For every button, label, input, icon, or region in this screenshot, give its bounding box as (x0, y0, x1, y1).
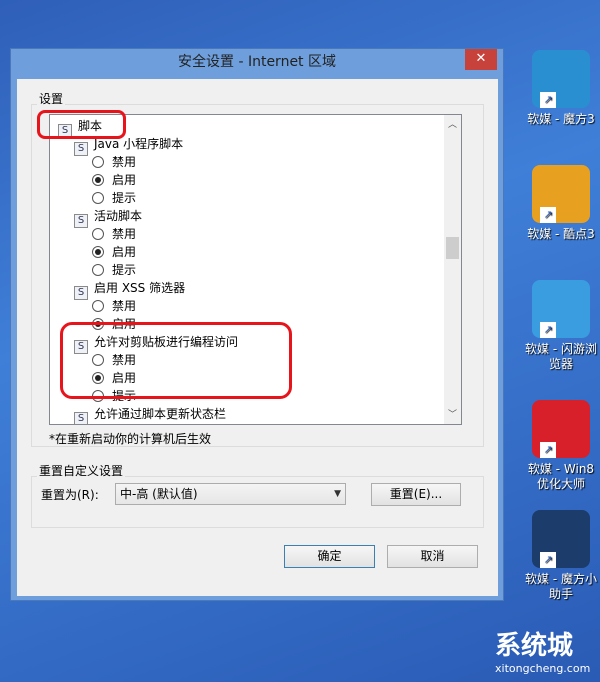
highlight-clipboard (60, 322, 292, 399)
reset-level-select[interactable]: 中-高 (默认值) ▼ (115, 483, 346, 505)
desktop-shortcut[interactable]: ↗ 软媒 - 闪游浏览器 (522, 280, 600, 372)
row-label: 允许通过脚本更新状态栏 (94, 407, 227, 421)
shortcut-arrow-icon: ↗ (540, 552, 556, 568)
row-label: 禁用 (112, 155, 137, 169)
script-icon: S (74, 412, 88, 424)
radio-icon (92, 228, 104, 240)
radio-icon (92, 192, 104, 204)
setting-item: S 启用 XSS 筛选器 (74, 279, 186, 300)
shortcut-arrow-icon: ↗ (540, 442, 556, 458)
chevron-down-icon: ▼ (334, 489, 341, 499)
row-label: Java 小程序脚本 (94, 137, 184, 151)
watermark: 系统城 xitongcheng.com (445, 625, 590, 675)
radio-icon (92, 246, 104, 258)
row-label: 提示 (112, 191, 137, 205)
shortcut-label: 软媒 - 闪游浏览器 (525, 342, 597, 371)
row-label: 启用 (112, 245, 137, 259)
reset-group-label: 重置自定义设置 (37, 462, 126, 479)
cancel-button[interactable]: 取消 (387, 545, 478, 568)
radio-option[interactable]: 启用 (92, 171, 136, 189)
watermark-url: xitongcheng.com (495, 662, 591, 675)
app-icon: ↗ (532, 510, 590, 568)
shortcut-label: 软媒 - 魔方3 (527, 112, 595, 126)
shortcut-label: 软媒 - Win8优化大师 (527, 462, 595, 491)
script-icon: S (74, 214, 88, 228)
radio-option[interactable]: 禁用 (92, 225, 136, 243)
settings-label: 设置 (37, 90, 66, 107)
radio-icon (92, 156, 104, 168)
setting-item: S 允许通过脚本更新状态栏 (74, 405, 227, 424)
app-icon: ↗ (532, 280, 590, 338)
row-label: 禁用 (112, 299, 137, 313)
radio-option[interactable]: 禁用 (92, 153, 136, 171)
row-label: 禁用 (112, 227, 137, 241)
radio-icon (92, 264, 104, 276)
shortcut-label: 软媒 - 魔方小助手 (525, 572, 597, 601)
row-label: 提示 (112, 263, 137, 277)
shortcut-arrow-icon: ↗ (540, 322, 556, 338)
watermark-name: 系统城 (495, 631, 574, 661)
ok-button[interactable]: 确定 (284, 545, 375, 568)
row-label: 启用 (112, 173, 137, 187)
scroll-up-icon[interactable]: ︿ (444, 117, 461, 134)
radio-icon (92, 174, 104, 186)
setting-item: S 活动脚本 (74, 207, 143, 228)
app-icon: ↗ (532, 400, 590, 458)
shortcut-label: 软媒 - 酷点3 (527, 227, 595, 241)
script-icon: S (74, 286, 88, 300)
close-button[interactable]: ✕ (465, 49, 497, 70)
radio-option[interactable]: 禁用 (92, 297, 136, 315)
dialog-title: 安全设置 - Internet 区域 (178, 54, 336, 70)
reset-to-label: 重置为(R): (41, 488, 99, 502)
scrollbar[interactable]: ︿ ﹀ (444, 115, 461, 424)
scrollbar-thumb[interactable] (446, 237, 459, 259)
row-label: 活动脚本 (94, 209, 143, 223)
highlight-scripts (37, 110, 126, 139)
radio-option[interactable]: 提示 (92, 189, 136, 207)
app-icon: ↗ (532, 165, 590, 223)
desktop-shortcut[interactable]: ↗ 软媒 - Win8优化大师 (522, 400, 600, 492)
shortcut-arrow-icon: ↗ (540, 207, 556, 223)
desktop-shortcut[interactable]: ↗ 软媒 - 酷点3 (522, 165, 600, 242)
restart-note: *在重新启动你的计算机后生效 (49, 432, 212, 446)
radio-option[interactable]: 提示 (92, 261, 136, 279)
app-icon: ↗ (532, 50, 590, 108)
radio-option[interactable]: 启用 (92, 243, 136, 261)
desktop-shortcut[interactable]: ↗ 软媒 - 魔方小助手 (522, 510, 600, 602)
row-label: 启用 XSS 筛选器 (94, 281, 186, 295)
shortcut-arrow-icon: ↗ (540, 92, 556, 108)
reset-level-value: 中-高 (默认值) (120, 487, 198, 501)
desktop-shortcut[interactable]: ↗ 软媒 - 魔方3 (522, 50, 600, 127)
script-icon: S (74, 142, 88, 156)
scroll-down-icon[interactable]: ﹀ (444, 407, 461, 424)
reset-button[interactable]: 重置(E)... (371, 483, 461, 506)
radio-icon (92, 300, 104, 312)
